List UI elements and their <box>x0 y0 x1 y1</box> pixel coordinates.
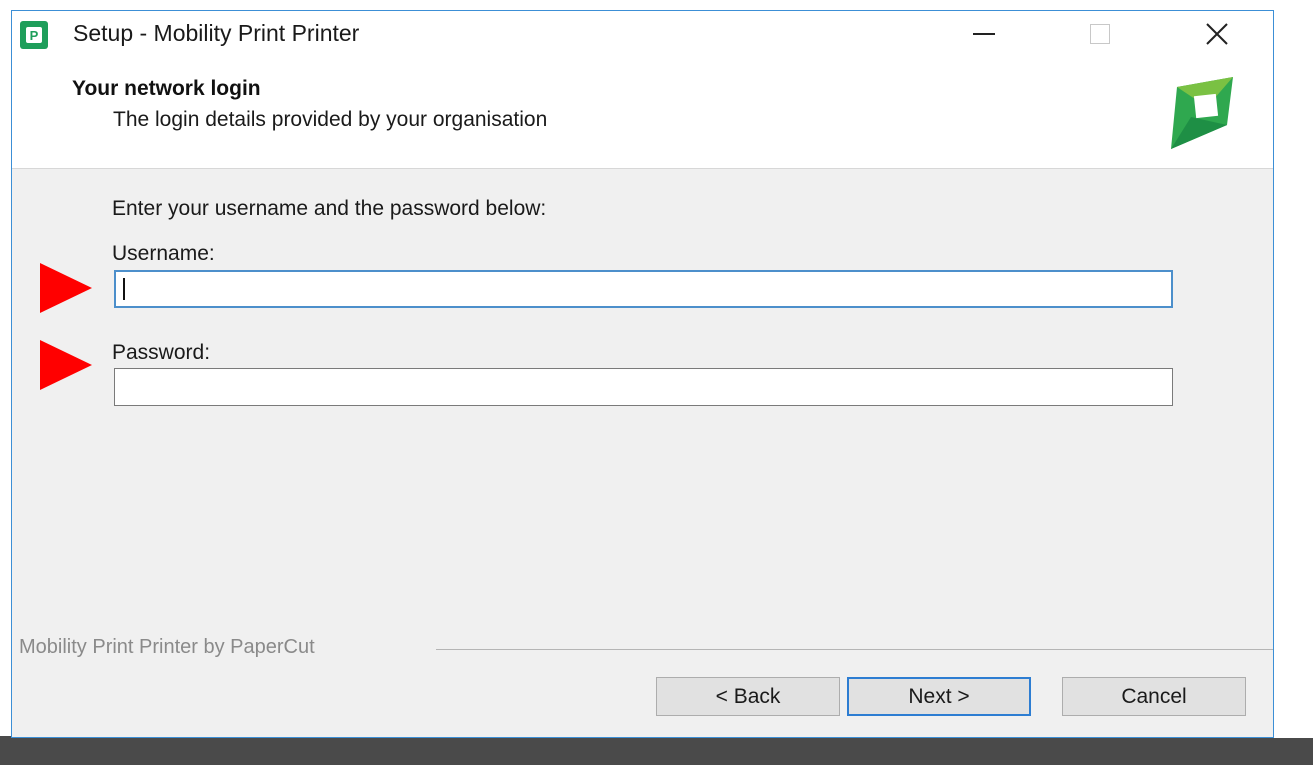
annotation-arrow-username <box>40 263 92 313</box>
footer-brand-text: Mobility Print Printer by PaperCut <box>19 636 315 658</box>
annotation-arrow-password <box>40 340 92 390</box>
next-button[interactable]: Next > <box>847 677 1031 716</box>
instruction-text: Enter your username and the password bel… <box>112 197 547 220</box>
password-input[interactable] <box>114 368 1173 406</box>
username-input[interactable] <box>114 270 1173 308</box>
footer-divider <box>436 649 1273 650</box>
background-shadow-left <box>0 736 12 765</box>
background-shadow <box>0 738 1313 765</box>
window-title: Setup - Mobility Print Printer <box>73 20 360 46</box>
wizard-header: Your network login The login details pro… <box>12 57 1273 169</box>
page-subtitle: The login details provided by your organ… <box>113 108 548 131</box>
close-icon <box>1206 23 1228 45</box>
text-caret <box>123 278 125 300</box>
minimize-icon <box>973 33 995 35</box>
title-bar[interactable]: P Setup - Mobility Print Printer <box>12 11 1273 57</box>
close-button[interactable] <box>1187 11 1247 57</box>
back-button[interactable]: < Back <box>656 677 840 716</box>
papercut-logo <box>1171 77 1233 149</box>
cancel-button[interactable]: Cancel <box>1062 677 1246 716</box>
maximize-button[interactable] <box>1070 11 1130 57</box>
papercut-p-icon: P <box>20 21 48 49</box>
password-label: Password: <box>112 341 211 364</box>
page-title: Your network login <box>72 77 261 100</box>
minimize-button[interactable] <box>954 11 1014 57</box>
username-label: Username: <box>112 242 215 265</box>
maximize-icon <box>1090 24 1110 44</box>
setup-window: P Setup - Mobility Print Printer Your ne… <box>11 10 1274 738</box>
